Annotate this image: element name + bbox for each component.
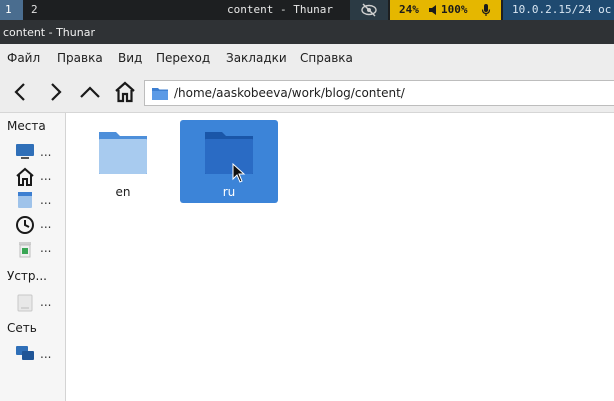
sidebar-item-trash[interactable]: ... [15,239,63,259]
sidebar-item-label: ... [40,241,52,255]
file-view[interactable]: en ru [66,113,614,401]
chevron-right-icon [51,83,62,101]
home-icon [115,81,135,103]
menu-help[interactable]: Справка [300,51,353,65]
window-titlebar: content - Thunar [0,20,614,44]
location-path[interactable]: /home/aaskobeeva/work/blog/content/ [174,86,405,100]
sidebar-item-network[interactable]: ... [15,345,63,365]
chevron-up-icon [80,86,100,98]
sidebar-item-label: ... [40,193,52,207]
forward-button[interactable] [43,80,67,104]
chevron-left-icon [14,83,25,101]
menu-bar: Файл Правка Вид Переход Закладки Справка [0,44,614,72]
sidebar-heading-devices: Устр... [7,269,47,283]
trash-icon [19,242,31,258]
menu-bookmarks[interactable]: Закладки [226,51,287,65]
sidebar-heading-places: Места [7,119,46,133]
eye-off-icon [361,3,377,17]
menu-view[interactable]: Вид [118,51,142,65]
toolbar: /home/aaskobeeva/work/blog/content/ [0,72,614,113]
menu-file[interactable]: Файл [7,51,40,65]
system-bar: 1 2 content - Thunar 24% 100% 10.0.2.15/… [0,0,614,20]
sidebar-item-desktop[interactable]: ... [15,191,63,211]
up-button[interactable] [78,80,102,104]
folder-name: ru [222,185,236,199]
sidebar-item-computer[interactable]: ... [15,143,63,163]
speaker-icon [429,5,436,15]
folder-icon [205,132,253,174]
back-button[interactable] [9,80,33,104]
sidebar-heading-network: Сеть [7,321,37,335]
sidebar: Места ... ... ... ... ... Устр... ... Се… [0,113,66,401]
folder-icon [152,88,168,100]
microphone-icon [481,4,491,16]
workspace-1[interactable]: 1 [0,0,23,20]
folder-ru[interactable]: ru [180,120,278,203]
status-block: 24% 100% [390,0,501,20]
sidebar-item-label: ... [40,169,52,183]
folder-icon [99,132,147,174]
sidebar-item-label: ... [40,145,52,159]
computer-icon [16,144,34,159]
network-icon [16,346,34,360]
menu-edit[interactable]: Правка [57,51,103,65]
sidebar-item-label: ... [40,217,52,231]
drive-icon [17,294,33,312]
folder-en[interactable]: en [74,120,172,203]
sidebar-item-label: ... [40,347,52,361]
battery-level: 24% [399,3,419,16]
sidebar-item-label: ... [40,295,52,309]
location-bar[interactable]: /home/aaskobeeva/work/blog/content/ [144,80,614,106]
sidebar-item-drive[interactable]: ... [15,293,63,313]
network-status: 10.0.2.15/24 ос [503,0,614,20]
folder-name: en [115,185,131,199]
sidebar-item-recent[interactable]: ... [15,215,63,235]
home-icon [16,167,34,186]
workspace-2[interactable]: 2 [26,0,44,20]
mouse-cursor-icon [232,163,246,183]
home-button[interactable] [113,80,137,104]
privacy-indicator[interactable] [350,0,388,20]
menu-go[interactable]: Переход [156,51,210,65]
desktop-icon [18,192,32,208]
active-window-title: content - Thunar [227,3,333,16]
volume-level: 100% [441,3,468,16]
sidebar-item-home[interactable]: ... [15,167,63,187]
recent-icon [16,216,34,234]
